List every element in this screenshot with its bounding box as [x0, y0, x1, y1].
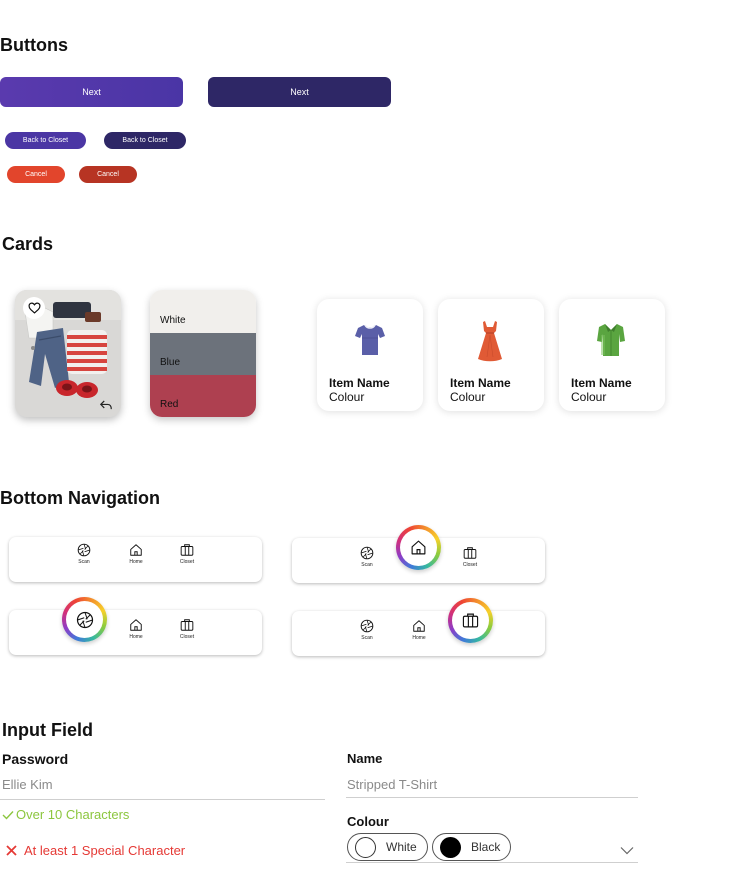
share-button[interactable]	[99, 398, 115, 412]
item-colour: Colour	[329, 390, 365, 404]
item-card[interactable]: Item Name Colour	[438, 299, 544, 411]
next-button-pressed[interactable]: Next	[208, 77, 391, 107]
colour-option-white-label: White	[386, 840, 417, 854]
aperture-icon	[76, 611, 93, 628]
black-swatch-icon	[440, 836, 461, 858]
heart-icon	[27, 302, 41, 314]
item-card[interactable]: Item Name Colour	[317, 299, 423, 411]
favourite-button[interactable]	[23, 297, 45, 319]
home-icon	[411, 540, 426, 555]
nav-closet-label: Closet	[462, 562, 478, 568]
colour-white-label: White	[160, 315, 186, 326]
aperture-icon	[77, 543, 91, 557]
colour-white-band[interactable]: White	[150, 290, 256, 333]
item-colour: Colour	[450, 390, 486, 404]
back-to-closet-button[interactable]: Back to Closet	[5, 132, 86, 149]
password-underline	[0, 799, 325, 800]
colour-option-black[interactable]: Black	[432, 833, 512, 861]
next-button[interactable]: Next	[0, 77, 183, 107]
cross-icon	[6, 845, 17, 856]
section-title-buttons: Buttons	[0, 35, 68, 55]
nav-closet-label: Closet	[179, 559, 195, 565]
name-input[interactable]: Stripped T-Shirt	[347, 777, 437, 792]
rule-fail-row: At least 1 Special Character	[6, 843, 185, 858]
aperture-icon	[360, 546, 374, 560]
rule-ok-row: Over 10 Characters	[2, 807, 129, 822]
bottom-nav-closet-selected: Scan Home	[292, 611, 545, 656]
colour-label: Colour	[347, 814, 389, 829]
closet-icon	[462, 613, 479, 628]
white-swatch-icon	[355, 836, 376, 858]
name-label: Name	[347, 751, 383, 766]
nav-home-active[interactable]	[396, 525, 441, 570]
nav-closet-label: Closet	[179, 634, 195, 640]
nav-home-label: Home	[412, 635, 426, 641]
home-icon	[130, 619, 142, 631]
nav-scan-label: Scan	[361, 635, 373, 641]
nav-closet[interactable]: Closet	[450, 546, 490, 568]
nav-home-label: Home	[129, 559, 143, 565]
item-name: Item Name	[329, 376, 390, 390]
chevron-down-icon	[620, 847, 634, 855]
item-card[interactable]: Item Name Colour	[559, 299, 665, 411]
home-icon	[413, 620, 425, 632]
check-icon	[2, 810, 14, 820]
nav-home-label: Home	[129, 634, 143, 640]
item-colour: Colour	[571, 390, 607, 404]
bottom-nav-scan-selected: Home Closet	[9, 610, 262, 655]
tshirt-icon	[355, 324, 385, 355]
colour-palette-card[interactable]: White Blue Red	[150, 290, 256, 417]
colour-red-band[interactable]: Red	[150, 375, 256, 417]
name-underline	[346, 797, 638, 798]
nav-scan[interactable]: Scan	[64, 543, 104, 565]
closet-icon	[180, 619, 194, 631]
nav-scan[interactable]: Scan	[347, 619, 387, 641]
rule-ok-text: Over 10 Characters	[16, 807, 130, 822]
section-title-input-field: Input Field	[2, 720, 93, 740]
colour-option-white[interactable]: White	[347, 833, 428, 861]
cancel-button[interactable]: Cancel	[7, 166, 65, 183]
section-title-cards: Cards	[2, 234, 54, 254]
password-label: Password	[2, 751, 69, 767]
shirt-icon	[597, 324, 625, 356]
aperture-icon	[360, 619, 374, 633]
colour-option-black-label: Black	[471, 840, 501, 854]
closet-icon	[463, 547, 477, 559]
share-arrow-icon	[99, 400, 112, 410]
password-input[interactable]: Ellie Kim	[2, 777, 53, 792]
cancel-button-pressed[interactable]: Cancel	[79, 166, 137, 183]
colour-blue-band[interactable]: Blue	[150, 333, 256, 375]
nav-scan-active[interactable]	[62, 597, 107, 642]
dress-icon	[478, 321, 502, 362]
nav-closet-active[interactable]	[448, 598, 493, 643]
nav-scan[interactable]: Scan	[347, 546, 387, 568]
colour-red-label: Red	[160, 399, 179, 410]
closet-icon	[180, 544, 194, 556]
nav-home[interactable]: Home	[116, 543, 156, 565]
bottom-nav-default: Scan Home Closet	[9, 537, 262, 582]
nav-scan-label: Scan	[361, 562, 373, 568]
rule-fail-text: At least 1 Special Character	[24, 843, 186, 858]
outfit-photo-card[interactable]	[15, 290, 121, 417]
nav-home[interactable]: Home	[399, 619, 439, 641]
item-name: Item Name	[450, 376, 511, 390]
home-icon	[130, 544, 142, 556]
section-title-bottom-navigation: Bottom Navigation	[0, 488, 160, 508]
nav-scan-label: Scan	[78, 559, 90, 565]
nav-home[interactable]: Home	[116, 618, 156, 640]
back-to-closet-button-pressed[interactable]: Back to Closet	[104, 132, 186, 149]
nav-closet[interactable]: Closet	[167, 618, 207, 640]
colour-underline	[346, 862, 638, 863]
nav-closet[interactable]: Closet	[167, 543, 207, 565]
item-name: Item Name	[571, 376, 632, 390]
colour-dropdown-toggle[interactable]	[620, 842, 636, 855]
colour-blue-label: Blue	[160, 357, 181, 368]
